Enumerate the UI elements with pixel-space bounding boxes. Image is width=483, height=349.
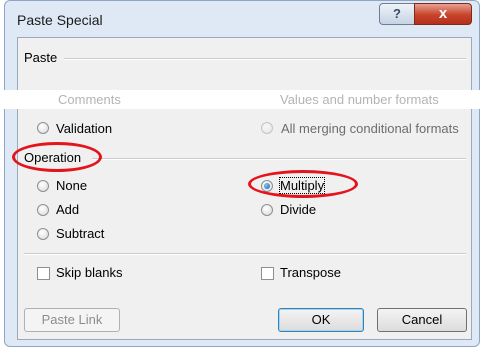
paste-group-divider	[64, 58, 466, 60]
none-radio[interactable]	[37, 180, 49, 192]
validation-label[interactable]: Validation	[56, 121, 112, 136]
skip-blanks-label[interactable]: Skip blanks	[56, 265, 122, 280]
multiply-label[interactable]: Multiply	[278, 177, 326, 194]
validation-radio[interactable]	[37, 122, 49, 134]
options-divider	[24, 253, 466, 255]
ok-button[interactable]: OK	[278, 308, 364, 332]
dialog-title: Paste Special	[17, 12, 103, 28]
operation-group-label: Operation	[24, 150, 82, 165]
divide-radio[interactable]	[261, 204, 273, 216]
all-merging-radio[interactable]	[261, 122, 273, 134]
none-label[interactable]: None	[56, 178, 87, 193]
values-number-formats-label-faded: Values and number formats	[280, 92, 439, 107]
all-merging-conditional-formats-label[interactable]: All merging conditional formats	[281, 121, 459, 136]
divide-label[interactable]: Divide	[280, 202, 316, 217]
add-radio[interactable]	[37, 204, 49, 216]
paste-group-label: Paste	[24, 50, 58, 65]
subtract-radio[interactable]	[37, 228, 49, 240]
close-button[interactable]: x	[414, 3, 472, 25]
title-bar: Paste Special ? x	[5, 1, 479, 37]
subtract-label[interactable]: Subtract	[56, 226, 104, 241]
help-button[interactable]: ?	[379, 3, 415, 25]
comments-label-faded: Comments	[58, 92, 121, 107]
operation-group-divider	[92, 158, 466, 160]
close-icon: x	[438, 5, 448, 22]
transpose-label[interactable]: Transpose	[280, 265, 341, 280]
multiply-radio[interactable]	[261, 180, 273, 192]
paste-special-dialog: Paste Special ? x	[4, 0, 480, 347]
add-label[interactable]: Add	[56, 202, 79, 217]
help-icon: ?	[393, 6, 401, 21]
paste-link-button[interactable]: Paste Link	[24, 308, 120, 332]
cancel-button[interactable]: Cancel	[377, 308, 467, 332]
skip-blanks-checkbox[interactable]	[37, 267, 50, 280]
transpose-checkbox[interactable]	[261, 267, 274, 280]
